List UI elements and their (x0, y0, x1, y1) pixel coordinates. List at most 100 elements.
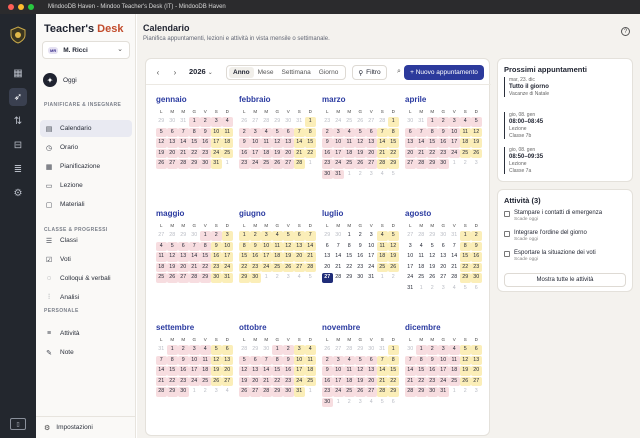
day-cell[interactable]: 14 (156, 366, 167, 376)
day-cell[interactable]: 12 (211, 355, 222, 365)
day-cell[interactable]: 20 (250, 376, 261, 386)
day-cell[interactable]: 27 (405, 159, 416, 169)
day-cell[interactable]: 27 (178, 273, 189, 283)
day-cell[interactable]: 8 (272, 355, 283, 365)
day-cell[interactable]: 30 (333, 231, 344, 241)
day-cell[interactable]: 6 (222, 345, 233, 355)
minimize-window-button[interactable] (18, 4, 24, 10)
day-cell[interactable]: 28 (416, 231, 427, 241)
day-cell[interactable]: 14 (261, 366, 272, 376)
day-cell[interactable]: 23 (355, 263, 366, 273)
day-cell[interactable]: 3 (438, 345, 449, 355)
day-cell[interactable]: 16 (250, 252, 261, 262)
day-cell[interactable]: 30 (405, 117, 416, 127)
day-cell[interactable]: 29 (322, 231, 333, 241)
day-cell[interactable]: 5 (156, 127, 167, 137)
sidebar-toggle-icon[interactable]: ▯ (10, 418, 26, 430)
day-cell[interactable]: 10 (211, 127, 222, 137)
day-cell[interactable]: 4 (377, 231, 388, 241)
day-cell[interactable]: 20 (322, 263, 333, 273)
day-cell[interactable]: 7 (178, 127, 189, 137)
day-cell[interactable]: 3 (333, 355, 344, 365)
day-cell[interactable]: 14 (305, 241, 316, 251)
day-cell[interactable]: 28 (344, 345, 355, 355)
day-cell[interactable]: 16 (427, 366, 438, 376)
day-cell[interactable]: 3 (283, 273, 294, 283)
day-cell[interactable]: 2 (355, 231, 366, 241)
day-cell[interactable]: 13 (178, 252, 189, 262)
day-cell[interactable]: 28 (178, 159, 189, 169)
day-cell[interactable]: 22 (416, 376, 427, 386)
day-cell[interactable]: 29 (272, 387, 283, 397)
day-cell[interactable]: 5 (460, 345, 471, 355)
day-cell[interactable]: 14 (449, 252, 460, 262)
day-cell[interactable]: 5 (211, 345, 222, 355)
day-cell[interactable]: 28 (239, 345, 250, 355)
day-cell[interactable]: 11 (200, 355, 211, 365)
day-cell[interactable]: 16 (322, 376, 333, 386)
day-cell[interactable]: 31 (405, 284, 416, 294)
day-cell[interactable]: 27 (250, 387, 261, 397)
day-cell[interactable]: 29 (239, 273, 250, 283)
day-cell[interactable]: 25 (377, 262, 388, 272)
day-cell[interactable]: 17 (333, 148, 344, 158)
tab-view-2[interactable]: Settimana (278, 67, 315, 78)
task-checkbox[interactable] (504, 251, 510, 257)
day-cell[interactable]: 21 (178, 148, 189, 158)
day-cell[interactable]: 16 (322, 148, 333, 158)
day-cell[interactable]: 16 (355, 252, 366, 262)
day-cell[interactable]: 22 (305, 148, 316, 158)
day-cell[interactable]: 8 (416, 355, 427, 365)
day-cell[interactable]: 14 (416, 138, 427, 148)
day-cell[interactable]: 28 (167, 231, 178, 241)
day-cell[interactable]: 24 (405, 273, 416, 283)
day-cell[interactable]: 10 (250, 138, 261, 148)
day-cell[interactable]: 17 (405, 263, 416, 273)
day-cell[interactable]: 30 (438, 231, 449, 241)
day-cell[interactable]: 10 (294, 355, 305, 365)
day-cell[interactable]: 4 (272, 231, 283, 241)
day-cell[interactable]: 13 (438, 252, 449, 262)
maximize-window-button[interactable] (28, 4, 34, 10)
chevron-left-icon[interactable]: ‹ (152, 66, 164, 78)
day-cell[interactable]: 28 (156, 387, 167, 397)
day-cell[interactable]: 11 (261, 138, 272, 148)
day-cell[interactable]: 23 (200, 148, 211, 158)
day-cell[interactable]: 18 (460, 138, 471, 148)
day-cell[interactable]: 28 (405, 387, 416, 397)
day-cell[interactable]: 30 (178, 387, 189, 397)
day-cell[interactable]: 5 (283, 231, 294, 241)
day-cell[interactable]: 9 (322, 138, 333, 148)
day-cell[interactable]: 28 (294, 159, 305, 169)
day-cell[interactable]: 10 (405, 252, 416, 262)
day-cell[interactable]: 6 (167, 127, 178, 137)
day-cell[interactable]: 24 (366, 263, 377, 273)
day-cell[interactable]: 29 (167, 387, 178, 397)
day-cell[interactable]: 9 (250, 241, 261, 251)
day-cell[interactable]: 21 (261, 376, 272, 386)
day-cell[interactable]: 26 (211, 376, 222, 386)
day-cell[interactable]: 19 (355, 376, 366, 386)
day-cell[interactable]: 18 (222, 138, 233, 148)
day-cell[interactable]: 17 (333, 376, 344, 386)
day-cell[interactable]: 27 (471, 376, 482, 386)
day-cell[interactable]: 4 (344, 127, 355, 137)
day-cell[interactable]: 5 (388, 170, 399, 180)
day-cell[interactable]: 28 (261, 387, 272, 397)
day-cell[interactable]: 11 (344, 138, 355, 148)
day-cell[interactable]: 7 (261, 355, 272, 365)
day-cell[interactable]: 9 (322, 366, 333, 376)
sync-icon[interactable]: ⇅ (9, 112, 27, 130)
day-cell[interactable]: 24 (333, 387, 344, 397)
sidebar-item-3[interactable]: ▭ Lezione (40, 177, 132, 194)
day-cell[interactable]: 29 (178, 231, 189, 241)
day-cell[interactable]: 3 (261, 231, 272, 241)
day-cell[interactable]: 2 (322, 127, 333, 137)
day-cell[interactable]: 12 (355, 366, 366, 376)
sidebar-item-1[interactable]: ◷ Orario (40, 139, 132, 156)
day-cell[interactable]: 28 (377, 387, 388, 397)
sidebar-item-2[interactable]: ▦ Pianificazione (40, 158, 132, 175)
day-cell[interactable]: 5 (167, 241, 178, 251)
day-cell[interactable]: 19 (211, 366, 222, 376)
day-cell[interactable]: 30 (211, 273, 222, 283)
